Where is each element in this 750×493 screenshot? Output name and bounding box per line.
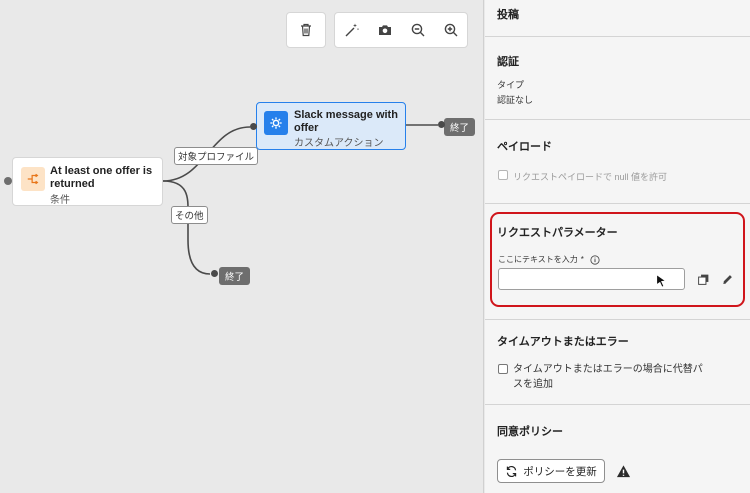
delete-toolbar xyxy=(286,12,326,48)
condition-title-line1: At least one offer is xyxy=(50,165,153,177)
branch-icon xyxy=(27,173,39,185)
payload-section: ペイロード リクエストペイロードで null 値を許可 xyxy=(485,120,750,204)
custom-action-node[interactable]: Slack message with offer カスタムアクション xyxy=(256,102,406,150)
end-node-top[interactable]: 終了 xyxy=(444,118,476,136)
mouse-pointer-icon xyxy=(656,274,667,288)
timeout-label-line1: タイムアウトまたはエラーの場合に代替パ xyxy=(513,364,703,375)
journey-canvas[interactable]: At least one offer is returned 条件 対象プロファ… xyxy=(0,0,484,493)
condition-node-title: At least one offer is returned xyxy=(50,165,152,191)
warning-icon xyxy=(616,465,631,478)
condition-node[interactable]: At least one offer is returned 条件 xyxy=(12,157,163,206)
zoom-in-button[interactable] xyxy=(437,16,465,44)
condition-icon-box xyxy=(21,167,45,191)
timeout-section: タイムアウトまたはエラー タイムアウトまたはエラーの場合に代替パ スを追加 xyxy=(485,320,750,405)
auth-section: 認証 タイプ 認証なし xyxy=(485,37,750,120)
update-policy-button[interactable]: ポリシーを更新 xyxy=(497,459,605,483)
update-policy-label: ポリシーを更新 xyxy=(523,465,597,478)
pencil-icon xyxy=(722,274,732,284)
canvas-tools-toolbar xyxy=(334,12,468,48)
refresh-icon xyxy=(507,465,517,477)
action-icon-box xyxy=(264,111,288,135)
timeout-fallback-label: タイムアウトまたはエラーの場合に代替パ スを追加 xyxy=(513,362,703,392)
copy-icon xyxy=(697,274,708,285)
camera-icon xyxy=(378,25,391,35)
input-port[interactable] xyxy=(4,177,12,185)
gear-icon xyxy=(270,117,282,129)
post-section: 投稿 xyxy=(485,0,750,37)
auth-title: 認証 xyxy=(497,56,519,68)
end-node-bottom[interactable]: 終了 xyxy=(219,267,251,285)
request-params-highlight xyxy=(490,212,745,307)
allow-null-checkbox[interactable] xyxy=(498,170,508,180)
screenshot-button[interactable] xyxy=(371,16,399,44)
zoom-out-icon xyxy=(411,23,424,37)
action-title-line1: Slack message with xyxy=(294,109,398,121)
payload-title: ペイロード xyxy=(497,141,552,153)
timeout-fallback-checkbox[interactable] xyxy=(498,364,508,374)
allow-null-label: リクエストペイロードで null 値を許可 xyxy=(513,172,668,182)
connector-lines xyxy=(162,124,438,275)
auth-type-label: タイプ xyxy=(497,80,525,90)
copy-button[interactable] xyxy=(695,271,711,287)
timeout-label-line2: スを追加 xyxy=(513,379,553,390)
action-input-port[interactable] xyxy=(250,123,257,130)
auto-arrange-button[interactable] xyxy=(338,16,366,44)
condition-title-line2: returned xyxy=(50,178,95,190)
end-port-top xyxy=(438,121,445,128)
condition-node-subtitle: 条件 xyxy=(50,195,70,206)
zoom-in-icon xyxy=(444,23,457,37)
action-node-subtitle: カスタムアクション xyxy=(294,138,384,149)
timeout-title: タイムアウトまたはエラー xyxy=(497,336,629,348)
action-node-title: Slack message with offer xyxy=(294,109,398,135)
magic-wand-icon xyxy=(345,23,359,37)
edit-button[interactable] xyxy=(719,271,735,287)
path-label-target-profile[interactable]: 対象プロファイル xyxy=(174,147,259,165)
consent-title: 同意ポリシー xyxy=(497,426,563,438)
path-label-other[interactable]: その他 xyxy=(171,206,208,224)
auth-type-value: 認証なし xyxy=(497,95,534,105)
delete-button[interactable] xyxy=(292,16,320,44)
trash-icon xyxy=(301,23,311,37)
zoom-out-button[interactable] xyxy=(404,16,432,44)
post-label: 投稿 xyxy=(497,9,519,21)
end-port-bottom xyxy=(211,270,218,277)
